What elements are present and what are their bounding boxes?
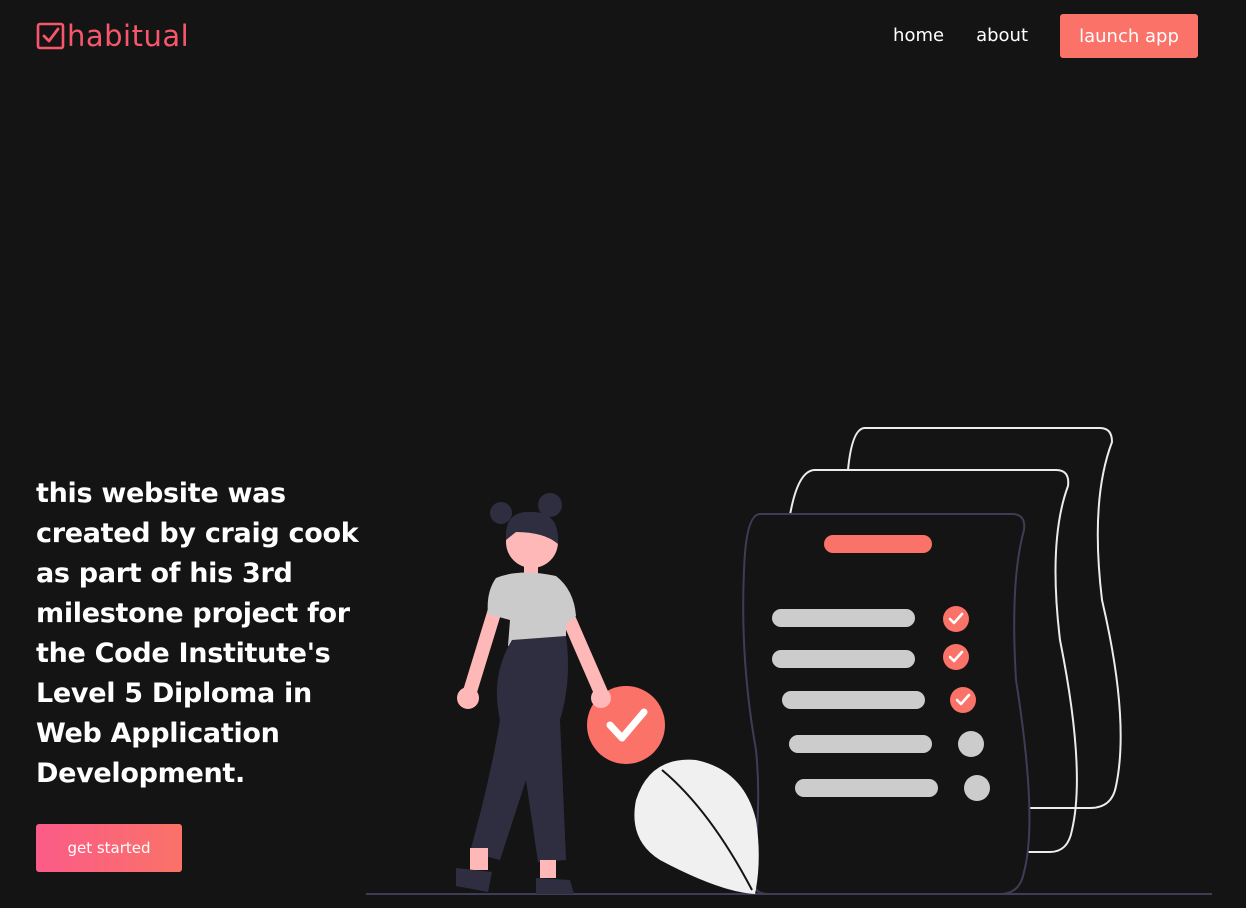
checklist-item-bar — [789, 735, 932, 753]
launch-app-button[interactable]: launch app — [1060, 14, 1198, 58]
shoe — [536, 878, 574, 894]
logo-link[interactable]: habitual — [36, 20, 189, 52]
hero-description: this website was created by craig cook a… — [36, 478, 359, 789]
main-nav: home about launch app — [893, 14, 1198, 58]
checkbox-logo-icon — [36, 22, 65, 50]
shoe — [456, 868, 492, 892]
unchecked-icon — [964, 775, 990, 801]
checklist-item-bar — [772, 609, 915, 627]
hair-bun — [490, 502, 512, 524]
leaf — [634, 759, 759, 894]
nav-about-link[interactable]: about — [976, 14, 1028, 58]
unchecked-icon — [958, 731, 984, 757]
checklist-item-bar — [782, 691, 925, 709]
get-started-button[interactable]: get started — [36, 824, 182, 872]
woman-with-checklist-illustration — [366, 427, 1212, 895]
checklist-item-bar — [795, 779, 938, 797]
logo-text: habitual — [67, 19, 190, 53]
pants — [470, 636, 568, 862]
nav-home-link[interactable]: home — [893, 14, 944, 58]
page: habitual home about launch app this webs… — [0, 0, 1246, 908]
shirt — [487, 572, 576, 646]
checklist-header-bar — [824, 535, 932, 553]
checklist-item-bar — [772, 650, 915, 668]
